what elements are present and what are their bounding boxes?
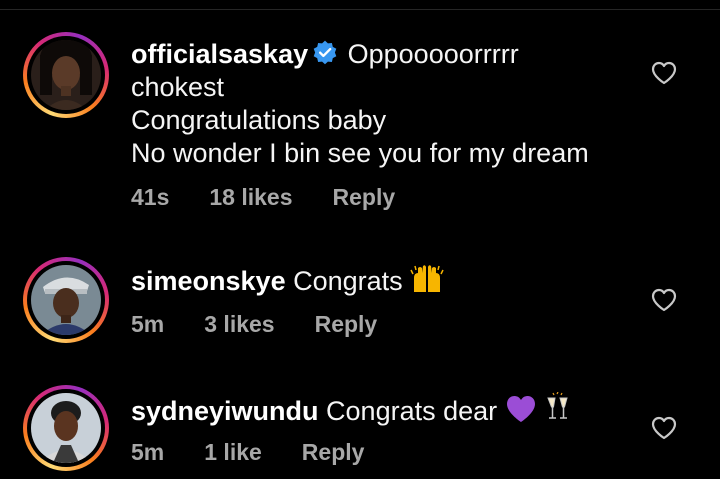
comment-item: sydneyiwundu Congrats dear 5m 1 like Rep… (0, 0, 720, 479)
timestamp: 5m (131, 438, 165, 465)
avatar-sydneyiwundu (31, 393, 101, 463)
story-ring[interactable] (23, 385, 109, 471)
likes-count[interactable]: 1 like (204, 439, 262, 466)
avatar[interactable] (31, 393, 101, 463)
champagne-glasses-emoji (547, 392, 568, 419)
comment-meta: 5m 1 like Reply (131, 437, 364, 467)
username[interactable]: sydneyiwundu (131, 396, 319, 426)
comment-text: sydneyiwundu Congrats dear (131, 392, 651, 428)
comment-body: Congrats dear (326, 396, 498, 426)
heart-outline-icon[interactable] (651, 416, 677, 440)
purple-heart-emoji (506, 396, 535, 422)
reply-button[interactable]: Reply (302, 439, 365, 466)
